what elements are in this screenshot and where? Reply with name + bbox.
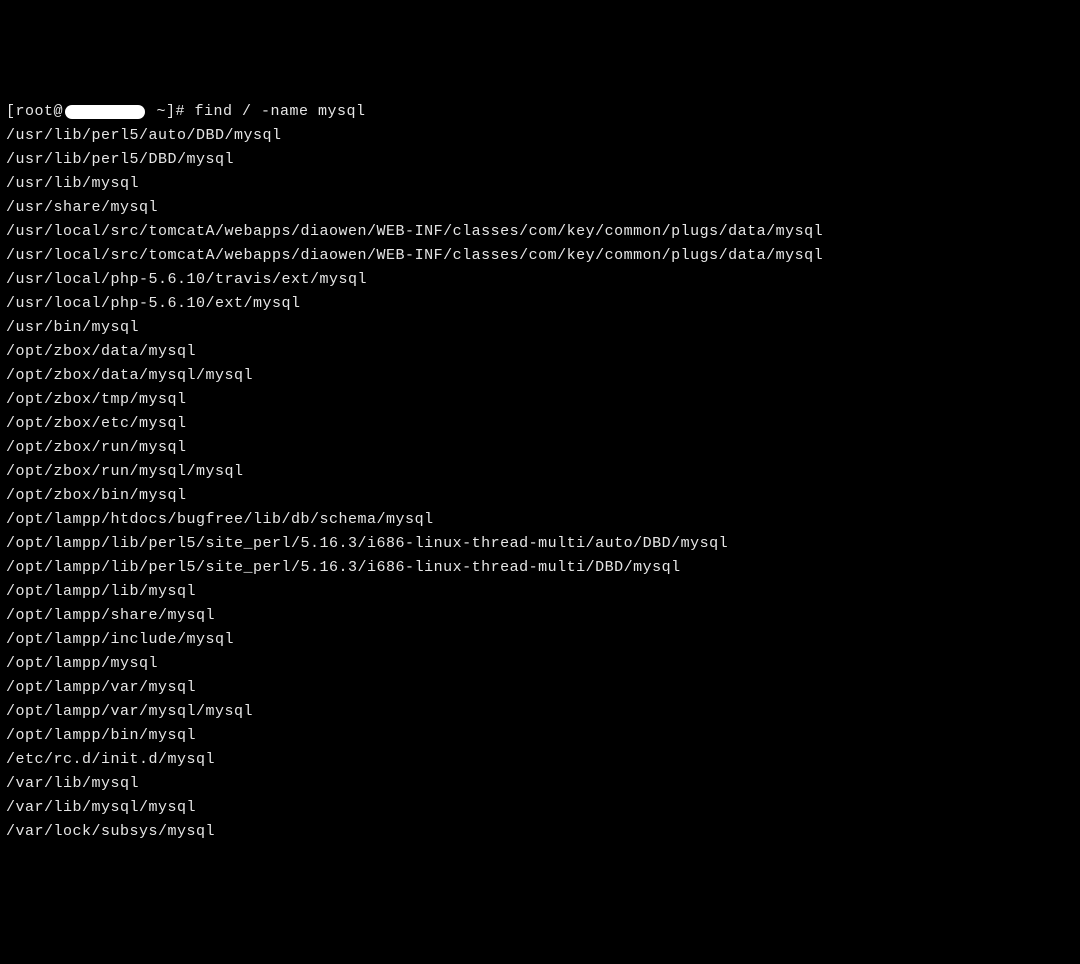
command-text: find / -name mysql xyxy=(195,100,366,124)
prompt-prefix: [root@ xyxy=(6,100,63,124)
output-line: /opt/zbox/data/mysql/mysql xyxy=(6,364,1074,388)
output-line: /opt/zbox/etc/mysql xyxy=(6,412,1074,436)
output-line: /opt/lampp/lib/perl5/site_perl/5.16.3/i6… xyxy=(6,532,1074,556)
output-line: /usr/local/php-5.6.10/travis/ext/mysql xyxy=(6,268,1074,292)
terminal-output[interactable]: [root@ ~]# find / -name mysql/usr/lib/pe… xyxy=(6,100,1074,844)
output-line: /etc/rc.d/init.d/mysql xyxy=(6,748,1074,772)
output-line: /usr/lib/perl5/DBD/mysql xyxy=(6,148,1074,172)
output-line: /usr/local/src/tomcatA/webapps/diaowen/W… xyxy=(6,244,1074,268)
output-line: /opt/lampp/var/mysql xyxy=(6,676,1074,700)
output-line: /opt/zbox/tmp/mysql xyxy=(6,388,1074,412)
output-line: /opt/zbox/run/mysql xyxy=(6,436,1074,460)
output-line: /usr/local/php-5.6.10/ext/mysql xyxy=(6,292,1074,316)
output-line: /var/lib/mysql/mysql xyxy=(6,796,1074,820)
output-line: /opt/lampp/include/mysql xyxy=(6,628,1074,652)
output-line: /opt/lampp/lib/perl5/site_perl/5.16.3/i6… xyxy=(6,556,1074,580)
prompt-suffix: ~]# xyxy=(147,100,195,124)
output-line: /opt/lampp/mysql xyxy=(6,652,1074,676)
output-line: /opt/lampp/bin/mysql xyxy=(6,724,1074,748)
hostname-redacted xyxy=(65,105,145,119)
output-line: /usr/bin/mysql xyxy=(6,316,1074,340)
output-line: /opt/zbox/data/mysql xyxy=(6,340,1074,364)
output-line: /opt/lampp/lib/mysql xyxy=(6,580,1074,604)
output-line: /usr/share/mysql xyxy=(6,196,1074,220)
output-container: /usr/lib/perl5/auto/DBD/mysql/usr/lib/pe… xyxy=(6,124,1074,844)
output-line: /opt/lampp/var/mysql/mysql xyxy=(6,700,1074,724)
command-prompt-line: [root@ ~]# find / -name mysql xyxy=(6,100,1074,124)
output-line: /usr/local/src/tomcatA/webapps/diaowen/W… xyxy=(6,220,1074,244)
output-line: /var/lib/mysql xyxy=(6,772,1074,796)
output-line: /opt/lampp/share/mysql xyxy=(6,604,1074,628)
output-line: /opt/zbox/bin/mysql xyxy=(6,484,1074,508)
output-line: /var/lock/subsys/mysql xyxy=(6,820,1074,844)
output-line: /usr/lib/mysql xyxy=(6,172,1074,196)
output-line: /usr/lib/perl5/auto/DBD/mysql xyxy=(6,124,1074,148)
output-line: /opt/zbox/run/mysql/mysql xyxy=(6,460,1074,484)
output-line: /opt/lampp/htdocs/bugfree/lib/db/schema/… xyxy=(6,508,1074,532)
